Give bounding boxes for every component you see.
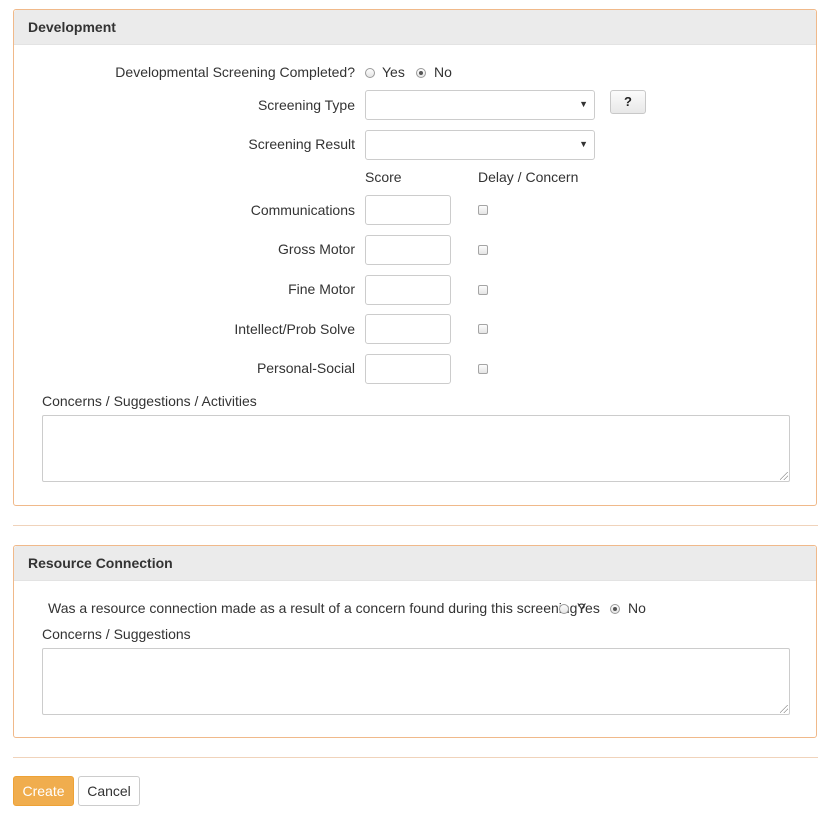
resource-concerns-textarea[interactable] bbox=[42, 648, 790, 715]
screening-completed-yes-radio[interactable] bbox=[365, 68, 375, 78]
cancel-button[interactable]: Cancel bbox=[78, 776, 140, 806]
screening-result-select[interactable]: ▼ bbox=[365, 130, 595, 160]
resource-concerns-label: Concerns / Suggestions bbox=[42, 626, 191, 642]
fine-motor-score-input[interactable] bbox=[365, 275, 451, 305]
gross-motor-score-input[interactable] bbox=[365, 235, 451, 265]
screening-result-label: Screening Result bbox=[248, 136, 355, 152]
delay-concern-column-header: Delay / Concern bbox=[478, 169, 579, 185]
resource-yes-label[interactable]: Yes bbox=[577, 600, 600, 616]
resize-grip-icon[interactable] bbox=[780, 705, 788, 713]
development-concerns-label: Concerns / Suggestions / Activities bbox=[42, 393, 257, 409]
create-button[interactable]: Create bbox=[13, 776, 74, 806]
resource-connection-panel-header: Resource Connection bbox=[14, 546, 816, 581]
screening-completed-label: Developmental Screening Completed? bbox=[115, 64, 355, 80]
gross-motor-delay-checkbox[interactable] bbox=[478, 245, 488, 255]
intellect-delay-checkbox[interactable] bbox=[478, 324, 488, 334]
domain-label-fine-motor: Fine Motor bbox=[288, 281, 355, 297]
screening-type-select[interactable]: ▼ bbox=[365, 90, 595, 120]
chevron-down-icon: ▼ bbox=[579, 139, 588, 149]
score-column-header: Score bbox=[365, 169, 402, 185]
communications-delay-checkbox[interactable] bbox=[478, 205, 488, 215]
development-concerns-textarea[interactable] bbox=[42, 415, 790, 482]
personal-social-delay-checkbox[interactable] bbox=[478, 364, 488, 374]
section-divider bbox=[13, 525, 818, 526]
resource-no-label[interactable]: No bbox=[628, 600, 646, 616]
resource-yes-radio[interactable] bbox=[559, 604, 569, 614]
resize-grip-icon[interactable] bbox=[780, 472, 788, 480]
screening-type-label: Screening Type bbox=[257, 97, 355, 113]
domain-label-communications: Communications bbox=[250, 202, 355, 218]
personal-social-score-input[interactable] bbox=[365, 354, 451, 384]
screening-completed-no-label[interactable]: No bbox=[434, 64, 452, 80]
development-panel-header: Development bbox=[14, 10, 816, 45]
chevron-down-icon: ▼ bbox=[579, 99, 588, 109]
intellect-score-input[interactable] bbox=[365, 314, 451, 344]
resource-no-radio[interactable] bbox=[610, 604, 620, 614]
development-title: Development bbox=[28, 19, 116, 35]
actions-divider bbox=[13, 757, 818, 758]
communications-score-input[interactable] bbox=[365, 195, 451, 225]
screening-type-help-button[interactable]: ? bbox=[610, 90, 646, 114]
domain-label-intellect: Intellect/Prob Solve bbox=[234, 321, 355, 337]
screening-completed-yes-label[interactable]: Yes bbox=[382, 64, 405, 80]
domain-label-personal-social: Personal-Social bbox=[256, 360, 355, 376]
screening-completed-no-radio[interactable] bbox=[416, 68, 426, 78]
resource-connection-title: Resource Connection bbox=[28, 555, 173, 571]
fine-motor-delay-checkbox[interactable] bbox=[478, 285, 488, 295]
resource-question-label: Was a resource connection made as a resu… bbox=[48, 600, 586, 616]
domain-label-gross-motor: Gross Motor bbox=[277, 241, 355, 257]
